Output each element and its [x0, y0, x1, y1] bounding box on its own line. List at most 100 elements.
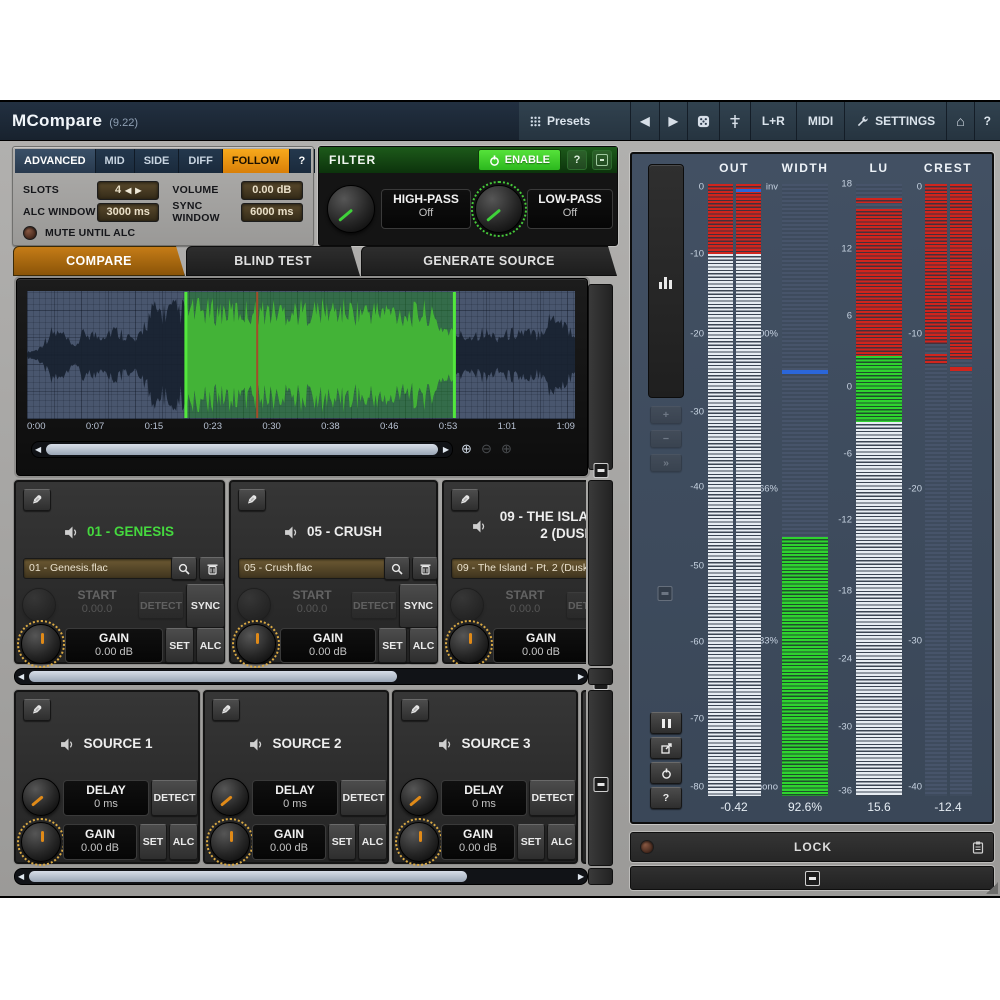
- stepper-right-icon[interactable]: ▶: [135, 182, 141, 199]
- crest-meter-bar-left[interactable]: [925, 184, 947, 796]
- slot1-set-button[interactable]: SET: [165, 628, 194, 663]
- random-preset-button[interactable]: [687, 102, 719, 140]
- slots-scrollbar-thumb[interactable]: [29, 671, 397, 682]
- source3-gain-display[interactable]: GAIN 0.00 dB: [441, 824, 515, 860]
- channel-mode-button[interactable]: L+R: [750, 102, 796, 140]
- filter-help-button[interactable]: ?: [567, 150, 587, 170]
- collapse-icon[interactable]: [658, 586, 673, 601]
- source1-alc-button[interactable]: ALC: [169, 824, 198, 860]
- filter-collapse-button[interactable]: [592, 150, 612, 170]
- tab-generate-source[interactable]: GENERATE SOURCE: [361, 246, 617, 276]
- slot3-file-field[interactable]: 09 - The Island - Pt. 2 (Dusk).: [451, 558, 586, 579]
- out-meter-bar-left[interactable]: [708, 184, 733, 796]
- tab-blind-test[interactable]: BLIND TEST: [186, 246, 360, 276]
- slot1-sync-button[interactable]: SYNC: [186, 584, 225, 628]
- source1-edit-button[interactable]: ✎: [23, 699, 51, 721]
- source2-edit-button[interactable]: ✎: [212, 699, 240, 721]
- zoom-in-icon[interactable]: ⊕: [461, 441, 472, 456]
- source3-gain-knob[interactable]: [399, 822, 439, 862]
- scroll-right-icon[interactable]: ▶: [440, 445, 452, 454]
- slot3-detect-button[interactable]: DETECT: [566, 592, 586, 619]
- sync-window-field[interactable]: 6000 ms: [241, 203, 303, 222]
- tab-mid[interactable]: MID: [96, 149, 135, 173]
- slot1-browse-button[interactable]: [171, 557, 197, 580]
- slot3-start-knob[interactable]: [450, 588, 484, 622]
- mute-until-alc-led[interactable]: [23, 226, 37, 240]
- lock-bar[interactable]: LOCK: [630, 832, 994, 862]
- slot3-title-row[interactable]: 09 - THE ISLAND - PT. 2 (DUSK): [472, 506, 586, 546]
- source1-delay-knob[interactable]: [22, 778, 60, 816]
- scroll-right-icon[interactable]: ▶: [575, 672, 587, 681]
- source2-gain-display[interactable]: GAIN 0.00 dB: [252, 824, 326, 860]
- source2-delay-knob[interactable]: [211, 778, 249, 816]
- source3-detect-button[interactable]: DETECT: [529, 780, 576, 816]
- slot2-browse-button[interactable]: [384, 557, 410, 580]
- zoom-fit-icon[interactable]: ⊕: [501, 441, 512, 456]
- plugin-chain-button[interactable]: [719, 102, 750, 140]
- source2-alc-button[interactable]: ALC: [358, 824, 387, 860]
- clipboard-icon[interactable]: [972, 841, 984, 854]
- slot1-alc-button[interactable]: ALC: [196, 628, 225, 663]
- lu-meter-bar[interactable]: [856, 184, 902, 796]
- waveform-scrollbar-thumb[interactable]: [46, 444, 438, 455]
- volume-field[interactable]: 0.00 dB: [241, 181, 303, 200]
- source1-gain-knob[interactable]: [21, 822, 61, 862]
- sources-scrollbar-thumb[interactable]: [29, 871, 467, 882]
- tab-advanced[interactable]: ADVANCED: [15, 149, 96, 173]
- help-button[interactable]: ?: [974, 102, 1000, 140]
- crest-meter-bar-right[interactable]: [950, 184, 972, 796]
- slot2-set-button[interactable]: SET: [378, 628, 407, 663]
- source1-delay-display[interactable]: DELAY 0 ms: [63, 780, 149, 816]
- tab-compare[interactable]: COMPARE: [13, 246, 185, 276]
- scroll-left-icon[interactable]: ◀: [15, 672, 27, 681]
- slot2-gain-knob[interactable]: [236, 624, 276, 664]
- slot1-detect-button[interactable]: DETECT: [138, 592, 184, 619]
- source2-delay-display[interactable]: DELAY 0 ms: [252, 780, 338, 816]
- slot1-gain-knob[interactable]: [21, 624, 61, 664]
- slot1-gain-display[interactable]: GAIN 0.00 dB: [65, 628, 163, 663]
- tab-diff[interactable]: DIFF: [179, 149, 222, 173]
- sources-scrollbar[interactable]: ◀ ▶: [14, 868, 588, 885]
- source1-set-button[interactable]: SET: [139, 824, 167, 860]
- slot2-detect-button[interactable]: DETECT: [351, 592, 397, 619]
- source3-alc-button[interactable]: ALC: [547, 824, 576, 860]
- midi-button[interactable]: MIDI: [796, 102, 844, 140]
- slot1-edit-button[interactable]: ✎: [23, 489, 51, 511]
- slot2-clear-button[interactable]: [412, 557, 438, 580]
- filter-enable-button[interactable]: ENABLE: [478, 149, 561, 171]
- advanced-help-button[interactable]: ?: [290, 149, 316, 173]
- high-pass-display[interactable]: HIGH-PASS Off: [381, 189, 471, 229]
- slot2-sync-button[interactable]: SYNC: [399, 584, 438, 628]
- presets-button[interactable]: Presets: [519, 102, 630, 140]
- slot3-gain-knob[interactable]: [449, 624, 489, 664]
- out-meter-bar-right[interactable]: [736, 184, 761, 796]
- source2-detect-button[interactable]: DETECT: [340, 780, 387, 816]
- width-meter-bar[interactable]: [782, 184, 828, 796]
- tab-follow[interactable]: FOLLOW: [223, 149, 290, 173]
- stepper-left-icon[interactable]: ◀: [125, 182, 131, 199]
- slot1-title-row[interactable]: 01 - GENESIS: [24, 512, 215, 552]
- lock-led[interactable]: [640, 840, 654, 854]
- source1-gain-display[interactable]: GAIN 0.00 dB: [63, 824, 137, 860]
- slot2-gain-display[interactable]: GAIN 0.00 dB: [280, 628, 376, 663]
- source3-delay-knob[interactable]: [400, 778, 438, 816]
- low-pass-knob[interactable]: [475, 185, 523, 233]
- slots-scrollbar[interactable]: ◀ ▶: [14, 668, 588, 685]
- slot2-title-row[interactable]: 05 - CRUSH: [239, 512, 428, 552]
- high-pass-knob[interactable]: [327, 185, 375, 233]
- source3-title-row[interactable]: SOURCE 3: [402, 730, 568, 758]
- source2-title-row[interactable]: SOURCE 2: [213, 730, 379, 758]
- settings-button[interactable]: SETTINGS: [844, 102, 946, 140]
- slot2-edit-button[interactable]: ✎: [238, 489, 266, 511]
- collapse-icon[interactable]: [593, 777, 608, 792]
- slot1-file-field[interactable]: 01 - Genesis.flac: [23, 558, 179, 579]
- slot2-file-field[interactable]: 05 - Crush.flac: [238, 558, 394, 579]
- previous-preset-button[interactable]: ◀: [630, 102, 658, 140]
- zoom-out-icon[interactable]: ⊖: [481, 441, 492, 456]
- slot2-start-knob[interactable]: [237, 588, 271, 622]
- source1-detect-button[interactable]: DETECT: [151, 780, 198, 816]
- resize-grip[interactable]: [986, 882, 998, 894]
- slot2-alc-button[interactable]: ALC: [409, 628, 438, 663]
- source1-title-row[interactable]: SOURCE 1: [24, 730, 190, 758]
- next-preset-button[interactable]: ▶: [659, 102, 687, 140]
